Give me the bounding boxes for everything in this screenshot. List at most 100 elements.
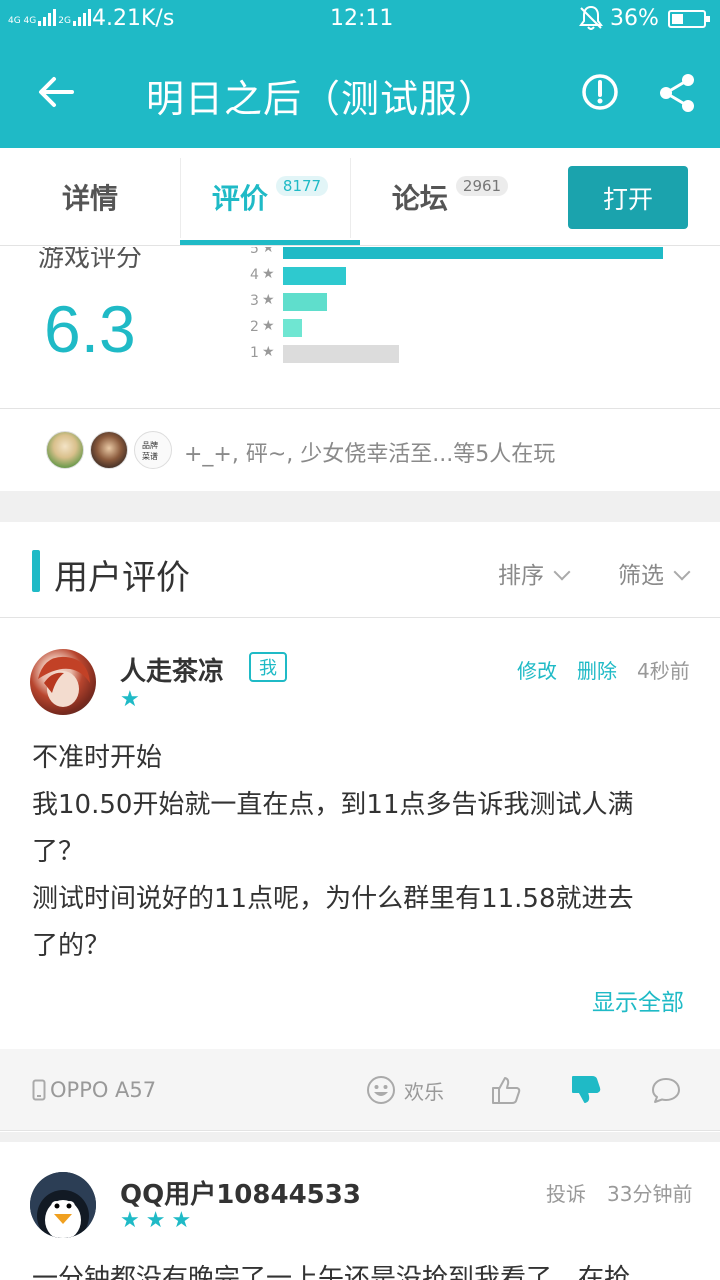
rating-row: 5 ★ (250, 247, 690, 261)
app-bar: 明日之后（测试服） (0, 38, 720, 148)
device-name: OPPO A57 (50, 1078, 157, 1102)
star-icon: ★ (262, 344, 275, 360)
user-avatar[interactable] (30, 649, 96, 715)
players-row[interactable]: 品牌 菜谱 +_+, 砰~, 少女侥幸活至...等5人在玩 (0, 409, 720, 491)
edit-link[interactable]: 修改 (517, 655, 557, 684)
tab-bar: 详情 评价 8177 论坛 2961 打开 (0, 148, 720, 246)
review-card: QQ用户10844533 ★★★ 投诉 33分钟前 一分钟都没有晚完了一上午还是… (0, 1142, 720, 1280)
reviews-section-header: 用户评价 排序 筛选 (0, 522, 720, 618)
tab-forum-label: 论坛 (391, 182, 448, 215)
tab-forum[interactable]: 论坛 2961 (360, 148, 540, 246)
review-body: 不准时开始 我10.50开始就一直在点，到11点多告诉我测试人满 了？ 测试时间… (32, 735, 692, 970)
player-avatar (46, 431, 84, 469)
report-link[interactable]: 投诉 (546, 1178, 586, 1207)
review-line: 我10.50开始就一直在点，到11点多告诉我测试人满 (32, 790, 634, 820)
rating-row: 3 ★ (250, 292, 690, 313)
chevron-down-icon (553, 563, 571, 581)
review-line: 了？ (32, 837, 85, 867)
section-gap (0, 491, 720, 522)
svg-text:菜谱: 菜谱 (142, 451, 158, 461)
review-username[interactable]: QQ用户10844533 (120, 1174, 361, 1211)
tab-details-label: 详情 (61, 182, 118, 215)
show-all-link[interactable]: 显示全部 (592, 983, 684, 1017)
filter-dropdown[interactable]: 筛选 (618, 556, 691, 590)
section-title: 用户评价 (54, 558, 190, 598)
signal-indicator: 4G 4G 2G (8, 8, 91, 26)
rating-row-stars: 2 (250, 319, 259, 335)
star-icon: ★ (262, 292, 275, 308)
tab-reviews-label: 评价 (211, 182, 268, 215)
rating-row: 4 ★ (250, 266, 690, 287)
tab-details[interactable]: 详情 (0, 148, 180, 246)
signal-bars-icon (38, 8, 57, 26)
review-stars: ★★★ (120, 1208, 198, 1233)
rating-bar (283, 267, 346, 285)
network-type: 4G 4G (8, 16, 37, 26)
review-card: 人走茶凉 我 ★ 修改 删除 4秒前 不准时开始 我10.50开始就一直在点，到… (0, 619, 720, 1049)
section-accent-bar (32, 550, 40, 592)
page-title: 明日之后（测试服） (146, 77, 498, 121)
thumbs-up-icon[interactable] (490, 1074, 522, 1106)
active-tab-indicator (180, 240, 360, 245)
review-line: 不准时开始 (32, 743, 163, 773)
sort-dropdown[interactable]: 排序 (498, 556, 571, 590)
thumbs-down-icon[interactable] (570, 1074, 602, 1106)
device-info: OPPO A57 (32, 1078, 156, 1102)
review-time: 33分钟前 (607, 1182, 693, 1206)
players-text: +_+, 砰~, 少女侥幸活至...等5人在玩 (184, 442, 556, 467)
rating-row-stars: 3 (250, 293, 259, 309)
rating-score: 6.3 (44, 292, 136, 366)
filter-label: 筛选 (618, 563, 664, 589)
me-tag: 我 (249, 652, 287, 682)
comment-icon[interactable] (650, 1074, 682, 1106)
rating-row-stars: 4 (250, 267, 259, 283)
status-bar: 4G 4G 2G 4.21K/s 12:11 36% (0, 0, 720, 38)
review-time: 4秒前 (637, 659, 690, 683)
delete-link[interactable]: 删除 (577, 655, 617, 684)
section-gap (0, 1132, 720, 1142)
review-body: 一分钟都没有晚完了一上午还是没抢到我看了，在抢 (32, 1264, 631, 1280)
star-icon: ★ (262, 318, 275, 334)
rating-row: 1 ★ (250, 344, 690, 365)
rating-row-stars: 1 (250, 345, 259, 361)
signal-bars-2-icon (72, 8, 91, 26)
rating-bar (283, 247, 663, 259)
rating-row: 2 ★ (250, 318, 690, 339)
open-button[interactable]: 打开 (568, 166, 688, 229)
tab-reviews-count: 8177 (275, 176, 329, 196)
clock: 12:11 (330, 6, 394, 31)
network-speed: 4.21K/s (92, 6, 175, 31)
review-line: 测试时间说好的11点呢，为什么群里有11.58就进去 (32, 884, 634, 914)
review-username[interactable]: 人走茶凉 (120, 651, 224, 688)
rating-bar (283, 319, 302, 337)
chevron-down-icon (673, 563, 691, 581)
tab-reviews[interactable]: 评价 8177 (180, 148, 360, 246)
battery-percent: 36% (610, 6, 659, 31)
player-avatar (90, 431, 128, 469)
rating-label: 游戏评分 (38, 247, 143, 273)
smile-icon (367, 1076, 395, 1104)
review-action-bar: OPPO A57 欢乐 (0, 1049, 720, 1131)
rating-summary: 游戏评分 6.3 5 ★ 4 ★ 3 ★ 2 ★ 1 ★ (0, 247, 720, 409)
tab-divider (350, 158, 351, 238)
user-avatar[interactable] (30, 1172, 96, 1238)
sort-label: 排序 (498, 563, 544, 589)
network-type-2: 2G (58, 16, 71, 26)
star-icon: ★ (262, 266, 275, 282)
rating-bar (283, 345, 399, 363)
tab-forum-count: 2961 (455, 176, 509, 196)
review-stars: ★ (120, 687, 140, 712)
rating-bar (283, 293, 327, 311)
battery-icon (668, 10, 710, 28)
svg-text:品牌: 品牌 (142, 440, 158, 450)
silent-bell-icon (579, 5, 603, 30)
mood-tag: 欢乐 (366, 1075, 444, 1105)
rating-row-stars: 5 (250, 247, 259, 257)
star-icon: ★ (262, 247, 275, 256)
share-icon[interactable] (656, 72, 698, 114)
report-icon[interactable] (580, 72, 620, 112)
phone-icon (32, 1079, 46, 1101)
back-arrow-icon[interactable] (34, 70, 78, 114)
review-line: 了的？ (32, 931, 111, 961)
player-avatar: 品牌 菜谱 (134, 431, 172, 469)
